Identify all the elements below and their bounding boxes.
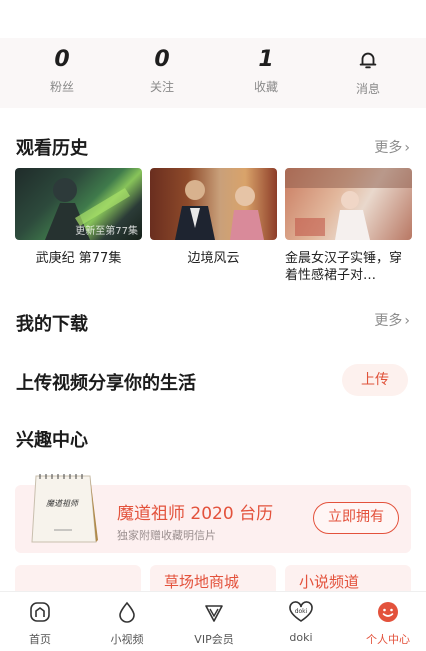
history-more-link[interactable]: 更多 › bbox=[374, 137, 410, 157]
fans-count: 0 bbox=[54, 47, 70, 72]
messages-label: 消息 bbox=[355, 82, 380, 96]
downloads-more-link[interactable]: 更多 › bbox=[374, 310, 410, 330]
tab-label: doki bbox=[289, 631, 313, 644]
interest-card-label: 小说频道 bbox=[299, 573, 360, 591]
tab-short-video[interactable]: 小视频 bbox=[97, 600, 157, 647]
interest-title: 兴趣中心 bbox=[16, 430, 88, 451]
bell-icon bbox=[359, 52, 377, 69]
promo-title: 魔道祖师 2020 台历 bbox=[117, 504, 274, 524]
downloads-more-label: 更多 bbox=[374, 313, 403, 329]
history-item-title: 金晨女汉子实锤，穿着性感裙子对… bbox=[285, 251, 403, 283]
interest-cards: 草场地商城 小说频道 bbox=[15, 565, 411, 593]
tab-profile[interactable]: 个人中心 bbox=[358, 600, 418, 647]
history-item[interactable]: 更新至第77集 武庚纪 第77集 bbox=[15, 168, 142, 267]
history-title: 观看历史 bbox=[16, 138, 88, 159]
interest-card-shop[interactable]: 草场地商城 bbox=[150, 565, 276, 593]
downloads-title: 我的下载 bbox=[16, 314, 88, 335]
upload-title: 上传视频分享你的生活 bbox=[16, 373, 196, 394]
following-label: 关注 bbox=[149, 80, 174, 94]
video-thumbnail bbox=[285, 168, 412, 240]
interest-card-novel[interactable]: 小说频道 bbox=[285, 565, 411, 593]
doki-heart-icon: doki bbox=[289, 601, 313, 622]
promo-subtitle: 独家附赠收藏明信片 bbox=[117, 529, 216, 542]
tab-label: 首页 bbox=[29, 633, 51, 646]
history-item-title: 武庚纪 第77集 bbox=[35, 251, 122, 266]
desk-calendar-image: 魔道祖师 bbox=[31, 474, 98, 543]
favorites-label: 收藏 bbox=[253, 80, 278, 94]
home-icon bbox=[30, 602, 50, 622]
top-area bbox=[0, 0, 426, 38]
interest-card-blank[interactable] bbox=[15, 565, 141, 593]
history-item[interactable]: 金晨女汉子实锤，穿着性感裙子对… bbox=[285, 168, 412, 284]
smile-face-icon bbox=[378, 602, 398, 622]
fans-label: 粉丝 bbox=[49, 80, 74, 94]
stats-bar: 0 粉丝 0 关注 1 收藏 消息 bbox=[0, 38, 426, 108]
bottom-tab-bar: 首页 小视频 VIP会员 doki doki 个人中心 bbox=[0, 591, 426, 651]
drop-icon bbox=[119, 601, 135, 623]
history-list: 更新至第77集 武庚纪 第77集 边境风云 金晨女汉子实锤，穿着性感裙子对… bbox=[15, 168, 412, 308]
history-more-label: 更多 bbox=[374, 140, 403, 156]
tab-home[interactable]: 首页 bbox=[10, 600, 70, 647]
fans-stat[interactable]: 0 粉丝 bbox=[22, 48, 102, 95]
following-stat[interactable]: 0 关注 bbox=[122, 48, 202, 95]
chevron-right-icon: › bbox=[404, 313, 410, 329]
chevron-right-icon: › bbox=[404, 140, 410, 156]
favorites-stat[interactable]: 1 收藏 bbox=[226, 48, 306, 95]
tab-doki[interactable]: doki doki bbox=[271, 600, 331, 644]
history-item-title: 边境风云 bbox=[187, 251, 240, 266]
history-item[interactable]: 边境风云 bbox=[150, 168, 277, 267]
upload-button[interactable]: 上传 bbox=[342, 364, 408, 396]
calendar-logo: 魔道祖师 bbox=[46, 499, 80, 508]
favorites-count: 1 bbox=[258, 47, 274, 72]
interest-card-label: 草场地商城 bbox=[164, 573, 240, 591]
tab-vip[interactable]: VIP会员 bbox=[184, 600, 244, 647]
own-now-button[interactable]: 立即拥有 bbox=[313, 502, 399, 534]
tab-label: VIP会员 bbox=[194, 633, 234, 646]
svg-text:doki: doki bbox=[295, 608, 308, 615]
tab-label: 个人中心 bbox=[366, 633, 410, 646]
thumbnail-caption: 更新至第77集 bbox=[75, 226, 138, 237]
following-count: 0 bbox=[154, 47, 170, 72]
video-thumbnail bbox=[150, 168, 277, 240]
tab-label: 小视频 bbox=[110, 633, 144, 646]
video-thumbnail: 更新至第77集 bbox=[15, 168, 142, 240]
vip-diamond-icon bbox=[205, 605, 223, 622]
messages-stat[interactable]: 消息 bbox=[328, 48, 408, 97]
